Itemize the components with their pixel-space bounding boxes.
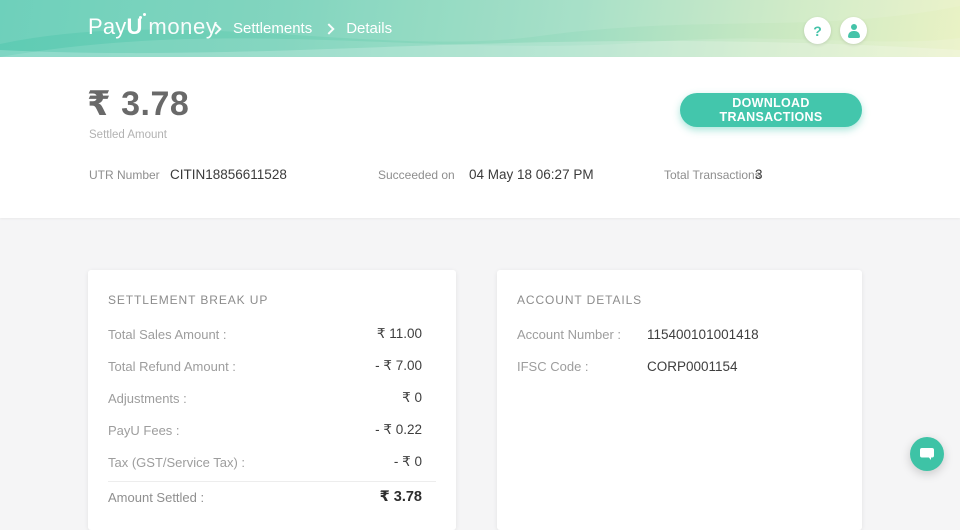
chevron-right-icon — [210, 23, 222, 35]
download-transactions-button[interactable]: DOWNLOAD TRANSACTIONS — [680, 93, 862, 127]
logo-money-text: money — [148, 14, 218, 39]
amount-settled-label: Amount Settled : — [108, 489, 205, 505]
settlement-summary-section: ₹ 3.78 Settled Amount DOWNLOAD TRANSACTI… — [0, 57, 960, 218]
account-details-card: ACCOUNT DETAILS Account Number : 1154001… — [497, 270, 862, 530]
question-mark-icon: ? — [813, 22, 822, 39]
breakup-row: PayU Fees : - ₹ 0.22 — [88, 414, 456, 446]
utr-number-value: CITIN18856611528 — [170, 167, 287, 182]
total-transactions-value: 3 — [755, 167, 763, 182]
breakup-row-label: Total Sales Amount : — [108, 326, 227, 342]
chat-bubble-icon — [920, 448, 934, 460]
logo-pay-text: Pay — [88, 14, 127, 39]
ifsc-code-row: IFSC Code : CORP0001154 — [497, 350, 862, 382]
account-details-rows: Account Number : 115400101001418 IFSC Co… — [497, 318, 862, 382]
account-number-value: 115400101001418 — [647, 326, 759, 342]
total-transactions-label: Total Transactions — [664, 168, 761, 182]
amount-settled-row: Amount Settled : ₹ 3.78 — [88, 482, 456, 512]
account-number-label: Account Number : — [517, 326, 622, 342]
breakup-row-label: Tax (GST/Service Tax) : — [108, 454, 246, 470]
breakup-row-value: ₹ 11.00 — [376, 326, 422, 341]
settlement-breakup-title: SETTLEMENT BREAK UP — [108, 293, 269, 307]
help-button[interactable]: ? — [804, 17, 831, 44]
settled-amount-label: Settled Amount — [89, 129, 167, 141]
ifsc-code-label: IFSC Code : — [517, 358, 589, 374]
breadcrumb: Settlements Details — [210, 20, 393, 37]
payumoney-logo[interactable]: PayU money — [88, 14, 217, 40]
ifsc-code-value: CORP0001154 — [647, 358, 738, 374]
account-button[interactable] — [840, 17, 867, 44]
breadcrumb-details: Details — [346, 20, 393, 37]
succeeded-on-value: 04 May 18 06:27 PM — [469, 167, 594, 182]
settled-amount-value: ₹ 3.78 — [87, 85, 190, 123]
breakup-row-value: - ₹ 7.00 — [375, 358, 422, 373]
settlement-meta-row: UTR Number CITIN18856611528 Succeeded on… — [0, 166, 960, 186]
breakup-row-label: Total Refund Amount : — [108, 358, 236, 374]
succeeded-on-label: Succeeded on — [378, 168, 455, 182]
breakup-row: Total Refund Amount : - ₹ 7.00 — [88, 350, 456, 382]
chat-support-button[interactable] — [910, 437, 944, 471]
amount-settled-value: ₹ 3.78 — [379, 489, 422, 505]
person-icon — [847, 24, 861, 38]
top-navigation-bar: PayU money Settlements Details ? — [0, 0, 960, 57]
breakup-row-value: - ₹ 0.22 — [375, 422, 422, 437]
breakup-row: Tax (GST/Service Tax) : - ₹ 0 — [88, 446, 456, 478]
settlement-breakup-card: SETTLEMENT BREAK UP Total Sales Amount :… — [88, 270, 456, 530]
account-details-title: ACCOUNT DETAILS — [517, 293, 643, 307]
account-number-row: Account Number : 115400101001418 — [497, 318, 862, 350]
settlement-breakup-rows: Total Sales Amount : ₹ 11.00 Total Refun… — [88, 318, 456, 512]
breakup-row-value: ₹ 0 — [402, 390, 422, 405]
utr-number-label: UTR Number — [89, 168, 160, 182]
breakup-row-label: PayU Fees : — [108, 422, 180, 438]
breadcrumb-settlements[interactable]: Settlements — [233, 20, 312, 37]
breakup-row-value: - ₹ 0 — [393, 454, 422, 469]
chevron-right-icon — [323, 23, 335, 35]
breakup-row: Adjustments : ₹ 0 — [88, 382, 456, 414]
breakup-row: Total Sales Amount : ₹ 11.00 — [88, 318, 456, 350]
breakup-row-label: Adjustments : — [108, 390, 187, 406]
